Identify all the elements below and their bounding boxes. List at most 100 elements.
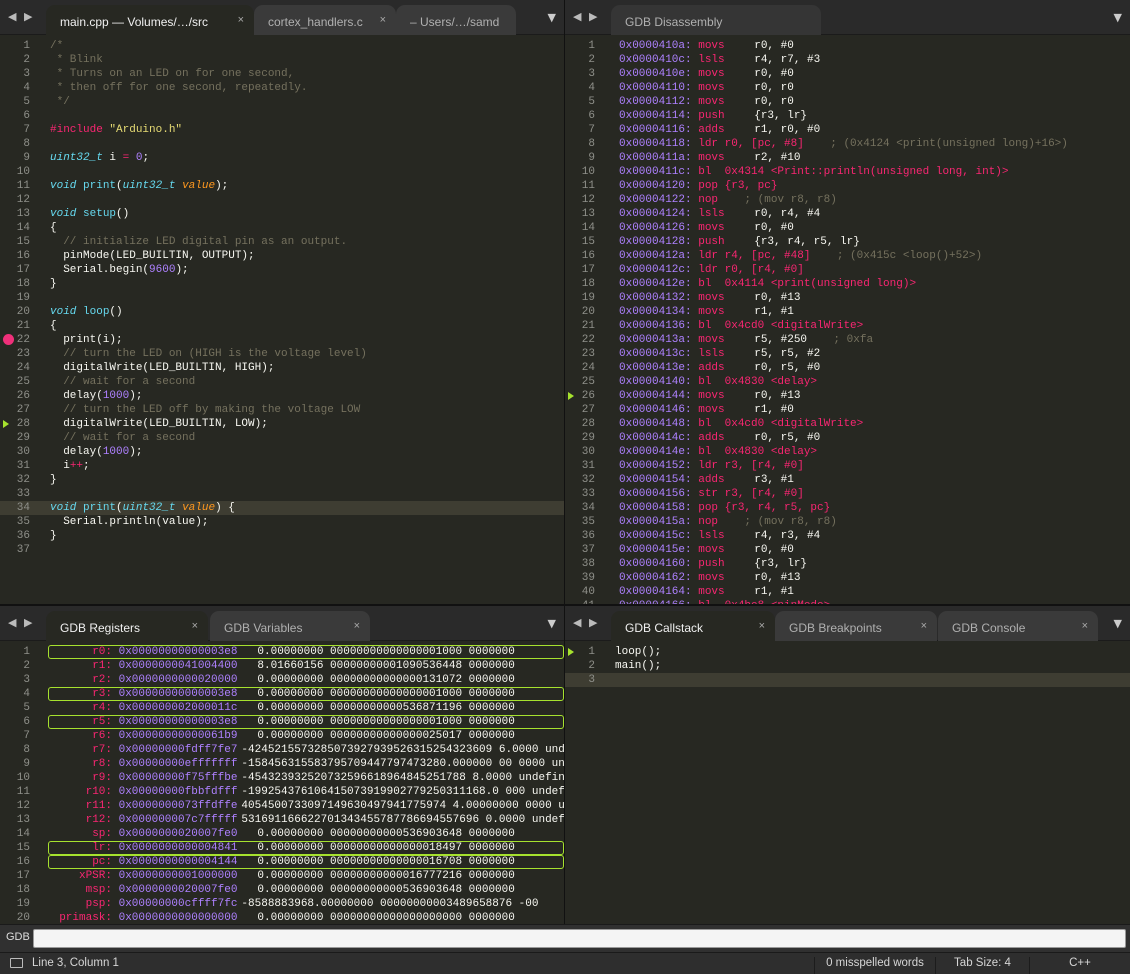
spell-check-status[interactable]: 0 misspelled words [814,957,936,974]
chevron-down-icon[interactable]: ▼ [1114,11,1122,24]
tab-next-icon[interactable]: ▶ [24,616,32,629]
code-token: // wait for a second [50,432,196,444]
register-name: primask: [59,912,112,924]
vertical-divider[interactable] [564,0,565,924]
code-token: ++ [69,460,84,472]
close-icon[interactable]: × [192,620,198,632]
code-line: delay(1000); [50,445,564,459]
code-token: uint32_t [122,502,176,514]
register-hex: 0x0000000000004841 [112,842,238,854]
register-name: r0: [92,646,112,658]
horizontal-divider[interactable] [0,604,1130,606]
disasm-operands: r5, r5, #2 [754,348,821,360]
line-number: 2 [23,660,30,672]
tab-gdb-callstack[interactable]: GDB Callstack × [611,611,775,641]
callstack-frame[interactable]: main(); [615,659,1130,673]
disasm-comment: ; (0x415c <loop()+52>) [810,250,983,262]
disasm-address: 0x00004156: [619,488,699,500]
tab-gdb-disassembly[interactable]: GDB Disassembly [611,5,821,35]
code-line: void print(uint32_t value) { [50,501,564,515]
code-token: ; [142,152,150,164]
line-number: 22 [581,334,595,346]
disasm-address: 0x00004110: [619,82,699,94]
disasm-operands: {r3, r4, r5, lr} [754,236,860,248]
line-number: 33 [16,488,30,500]
callstack-frame[interactable]: loop(); [615,645,1130,659]
tab-label: main.cpp — Volumes/…/src [60,15,209,29]
tab-gdb-variables[interactable]: GDB Variables × [210,611,370,641]
line-number: 6 [23,110,30,122]
line-number: 11 [16,786,30,798]
disasm-opcode: movs [698,96,725,108]
code-token: */ [50,96,70,108]
register-name: psp: [85,898,112,910]
line-number: 37 [16,544,30,556]
line-number: 34 [16,502,30,514]
code-token: void [50,502,77,514]
disasm-operands: r4, r7, #3 [754,54,821,66]
line-number: 14 [581,222,595,234]
register-value: 8.01660156 [257,660,324,672]
chevron-down-icon[interactable]: ▼ [1114,617,1122,630]
line-number: 1 [588,40,595,52]
disassembly-code[interactable]: 1 0x0000410a: movs r0, #0 2 0x0000410c: lsls… [565,35,1130,604]
tab-next-icon[interactable]: ▶ [589,10,597,23]
close-icon[interactable]: × [921,620,927,632]
gdb-input[interactable] [33,929,1126,948]
disasm-address: 0x0000412e: [619,278,699,290]
disasm-line: 0x00004158: pop {r3, r4, r5, pc} [619,501,1130,515]
code-line: i++; [50,459,564,473]
register-name: r12: [85,814,112,826]
syntax-selector[interactable]: C++ [1030,957,1130,969]
callstack-frame[interactable] [615,673,1130,687]
tab-samd[interactable]: – Users/…/samd [396,5,516,35]
close-icon[interactable]: × [354,620,360,632]
tab-gdb-registers[interactable]: GDB Registers × [46,611,208,641]
line-number: 17 [581,264,595,276]
tab-next-icon[interactable]: ▶ [589,616,597,629]
line-number: 5 [23,702,30,714]
callstack-list[interactable]: 1 loop(); 2 main(); 3 [565,641,1130,924]
tab-next-icon[interactable]: ▶ [24,10,32,23]
tab-prev-icon[interactable]: ◀ [573,616,581,629]
panel-toggle-icon[interactable] [10,958,23,968]
register-decimal: 00000000000000016708 [323,856,463,868]
tab-cortex-handlers[interactable]: cortex_handlers.c × [254,5,396,35]
disasm-line: 0x00004110: movs r0, r0 [619,81,1130,95]
disasm-line: 0x0000415e: movs r0, #0 [619,543,1130,557]
line-number: 21 [16,320,30,332]
disasm-address: 0x00004124: [619,208,699,220]
code-token: setup [83,208,117,220]
disassembly-pane: ◀ ▶ GDB Disassembly ▼ 1 0x0000410a: movs r… [565,0,1130,604]
tab-prev-icon[interactable]: ◀ [8,616,16,629]
line-number: 23 [581,348,595,360]
disasm-opcode: movs [698,404,725,416]
tab-prev-icon[interactable]: ◀ [573,10,581,23]
close-icon[interactable]: × [759,620,765,632]
disasm-line: 0x00004152: ldr r3, [r4, #0] [619,459,1130,473]
disasm-operands: r0, #0 [754,68,794,80]
line-number: 23 [16,348,30,360]
close-icon[interactable]: × [238,14,244,26]
code-token: digitalWrite(LED_BUILTIN, LOW); [50,418,268,430]
disasm-operands: r2, #10 [754,152,801,164]
code-token: "Arduino.h" [109,124,183,136]
disasm-address: 0x00004152: [619,460,699,472]
close-icon[interactable]: × [380,14,386,26]
disasm-address: 0x00004160: [619,558,699,570]
disasm-operands: r0, #13 [754,390,801,402]
disasm-opcode: nop [698,194,719,206]
chevron-down-icon[interactable]: ▼ [548,617,556,630]
chevron-down-icon[interactable]: ▼ [548,11,556,24]
registers-list[interactable]: 1 r0: 0x00000000000003e8 0.00000000 000000… [0,641,564,924]
close-icon[interactable]: × [1082,620,1088,632]
breakpoint-icon[interactable] [3,334,14,345]
code-token: ( [116,180,123,192]
tab-gdb-breakpoints[interactable]: GDB Breakpoints × [775,611,937,641]
tab-gdb-console[interactable]: GDB Console × [938,611,1098,641]
tab-size[interactable]: Tab Size: 4 [936,957,1030,974]
editor-code[interactable]: 1 /* 2 * Blink 3 * Turns on an LED on for o… [0,35,564,604]
tab-prev-icon[interactable]: ◀ [8,10,16,23]
tab-main-cpp[interactable]: main.cpp — Volumes/…/src × [46,5,254,35]
